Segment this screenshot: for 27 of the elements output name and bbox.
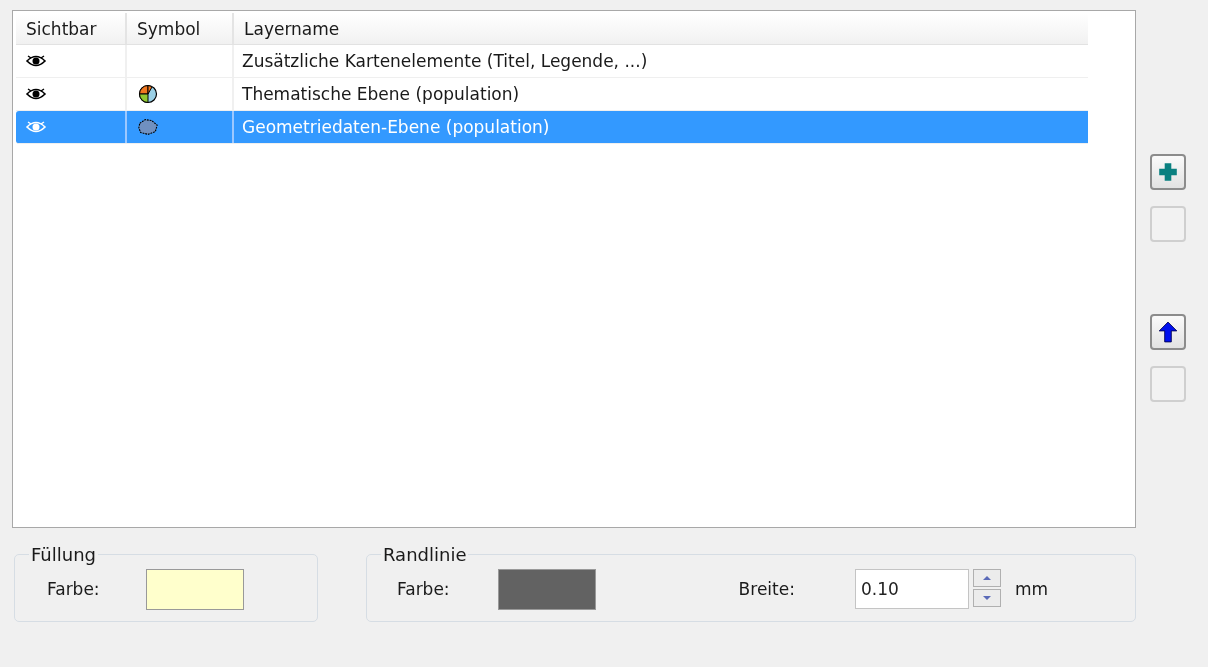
down-triangle-icon xyxy=(981,595,992,601)
spin-up-button[interactable] xyxy=(972,569,1001,587)
group-title: Füllung xyxy=(30,544,98,565)
color-swatch[interactable] xyxy=(497,568,596,610)
up-arrow-icon xyxy=(1157,321,1179,343)
spin-down-button[interactable] xyxy=(972,589,1001,607)
eye-icon[interactable] xyxy=(26,54,46,68)
pie-chart-icon xyxy=(137,84,159,104)
layer-name: Zusätzliche Kartenelemente (Titel, Legende, ...) xyxy=(242,51,648,71)
color-label: Farbe: xyxy=(47,579,100,599)
layer-row[interactable]: Zusätzliche Kartenelemente (Titel, Legende, ...) xyxy=(16,45,1088,78)
up-triangle-icon xyxy=(981,575,992,581)
layer-name: Geometriedaten-Ebene (population) xyxy=(242,117,550,137)
width-label: Breite: xyxy=(738,579,795,599)
color-label: Farbe: xyxy=(397,579,450,599)
width-field[interactable]: 0.10 xyxy=(854,569,969,609)
unit-label: mm xyxy=(1014,579,1049,599)
column-header[interactable]: Symbol xyxy=(127,13,234,44)
layer-name: Thematische Ebene (population) xyxy=(242,84,520,104)
color-swatch[interactable] xyxy=(145,568,244,610)
column-header[interactable]: Sichtbar xyxy=(16,13,127,44)
eye-icon[interactable] xyxy=(26,87,46,101)
column-header[interactable]: Layername xyxy=(234,13,1088,44)
plus-icon xyxy=(1157,161,1179,183)
polygon-icon xyxy=(137,117,159,137)
toolbar-button[interactable] xyxy=(1150,314,1186,350)
group-title: Randlinie xyxy=(382,544,468,565)
